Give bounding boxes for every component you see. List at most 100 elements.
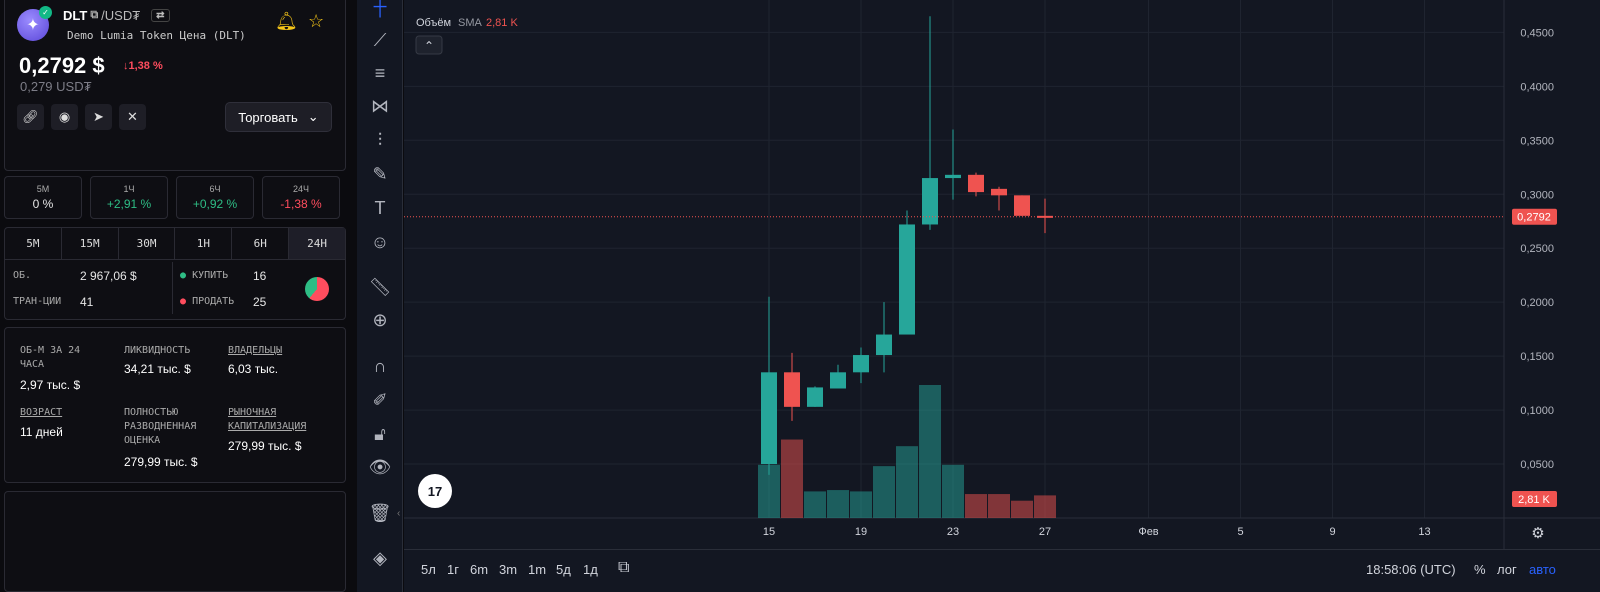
gear-icon[interactable]: ⚙ bbox=[1531, 524, 1544, 542]
log-toggle[interactable]: лог bbox=[1497, 562, 1517, 577]
tab-6h[interactable]: 6Н bbox=[232, 228, 290, 259]
range-3m[interactable]: 3m bbox=[499, 562, 517, 577]
vol24-value: 2,97 тыс. $ bbox=[20, 378, 81, 392]
tab-15m[interactable]: 15М bbox=[62, 228, 119, 259]
x-tick-label: 27 bbox=[1039, 526, 1051, 538]
drawing-toolbar: ┼ ⟋ ≡ ⋈ ⫶ ✎ T ☺ 📏︎ ⊕ ∩ ✐ 🔓︎ 👁︎ 🗑︎ ◈ ‹ bbox=[357, 0, 403, 592]
chart-svg[interactable]: 0,0500 0,1000 0,1500 0,2000 0,2500 0,3000 0,35… bbox=[404, 0, 1600, 549]
sell-label: ● ПРОДАТЬ bbox=[180, 296, 234, 307]
emoji-icon[interactable]: ☺ bbox=[368, 230, 392, 254]
tab-24h[interactable]: 24Н bbox=[289, 228, 345, 259]
stat-24h[interactable]: 24Ч -1,38 % bbox=[262, 176, 340, 219]
mcap-link[interactable]: РЫНОЧНАЯ КАПИТАЛИЗАЦИЯ bbox=[228, 406, 328, 434]
mcap-value: 279,99 тыс. $ bbox=[228, 439, 302, 453]
crosshair-icon[interactable]: ┼ bbox=[368, 0, 392, 18]
buy-value: 16 bbox=[253, 269, 267, 283]
x-icon[interactable]: ✕ bbox=[119, 104, 146, 130]
y-tick-label: 0,1500 bbox=[1520, 351, 1554, 363]
eye-icon[interactable]: 👁︎ bbox=[368, 455, 392, 479]
fdv-value: 279,99 тыс. $ bbox=[124, 455, 198, 469]
volume-bar bbox=[804, 491, 826, 518]
date-range-icon[interactable]: ⧉ bbox=[618, 559, 629, 577]
sma-legend-value: 2,81 K bbox=[486, 17, 518, 29]
y-tick-label: 0,0500 bbox=[1520, 459, 1554, 471]
clock-time[interactable]: 18:58:06 (UTC) bbox=[1366, 562, 1456, 577]
token-price: 0,2792 $ bbox=[19, 53, 105, 78]
volume-bar bbox=[827, 490, 849, 518]
range-6m[interactable]: 6m bbox=[470, 562, 488, 577]
chart-bottom-bar: 5л 1г 6m 3m 1m 5д 1д ⧉ 18:58:06 (UTC) % … bbox=[404, 549, 1600, 592]
brush-icon[interactable]: ✎ bbox=[368, 162, 392, 186]
link-icon[interactable]: 🔗︎ bbox=[17, 104, 44, 130]
stat-5m[interactable]: 5М 0 % bbox=[4, 176, 82, 219]
tab-5m[interactable]: 5М bbox=[5, 228, 62, 259]
range-1y[interactable]: 1г bbox=[447, 562, 459, 577]
zoom-in-icon[interactable]: ⊕ bbox=[368, 308, 392, 332]
liquidity-label: ЛИКВИДНОСТЬ bbox=[124, 345, 191, 356]
candle-body bbox=[876, 334, 892, 356]
stat-1h[interactable]: 1Ч +2,91 % bbox=[90, 176, 168, 219]
range-1m[interactable]: 1m bbox=[528, 562, 546, 577]
copy-icon[interactable]: ⧉ bbox=[90, 9, 98, 22]
ruler-icon[interactable]: 📏︎ bbox=[368, 275, 392, 299]
buy-dot-icon: ● bbox=[180, 270, 187, 281]
trend-line-icon[interactable]: ⟋ bbox=[368, 28, 392, 52]
verified-icon: ✓ bbox=[39, 6, 52, 19]
volume-bar bbox=[1011, 500, 1033, 518]
volume-bar bbox=[781, 439, 803, 518]
fib-icon[interactable]: ≡ bbox=[368, 61, 392, 85]
y-tick-label: 0,1000 bbox=[1520, 405, 1554, 417]
sell-dot-icon: ● bbox=[180, 296, 187, 307]
telegram-icon[interactable]: ➤ bbox=[85, 104, 112, 130]
x-tick-label: 19 bbox=[855, 526, 867, 538]
sell-value: 25 bbox=[253, 295, 267, 309]
holders-link[interactable]: ВЛАДЕЛЬЦЫ bbox=[228, 344, 282, 358]
tab-30m[interactable]: 30М bbox=[119, 228, 176, 259]
lock-drawing-icon[interactable]: ✐ bbox=[368, 388, 392, 412]
divider bbox=[172, 262, 173, 314]
layers-icon[interactable]: ◈ bbox=[368, 546, 392, 570]
range-1d[interactable]: 1д bbox=[583, 562, 598, 577]
forecast-icon[interactable]: ⫶ bbox=[368, 128, 392, 152]
candle-body bbox=[830, 372, 846, 389]
volume-bar bbox=[850, 491, 872, 518]
age-link[interactable]: ВОЗРАСТ bbox=[20, 406, 62, 420]
volume-bar bbox=[873, 466, 895, 518]
volume-bar bbox=[942, 464, 964, 518]
stat-value: +2,91 % bbox=[106, 197, 152, 211]
token-avatar: ✦ ✓ bbox=[17, 6, 52, 41]
pattern-icon[interactable]: ⋈ bbox=[368, 94, 392, 118]
lock-icon[interactable]: 🔓︎ bbox=[368, 422, 392, 446]
candle-body bbox=[853, 355, 869, 373]
price-chart[interactable]: 0,0500 0,1000 0,1500 0,2000 0,2500 0,3000 0,35… bbox=[404, 0, 1600, 592]
x-tick-label: 13 bbox=[1418, 526, 1430, 538]
star-icon[interactable]: ☆ bbox=[308, 11, 324, 32]
bell-icon[interactable]: 🔔︎ bbox=[275, 11, 298, 32]
tradingview-logo-mark: 17 bbox=[428, 484, 442, 499]
stat-value: +0,92 % bbox=[192, 197, 238, 211]
percent-toggle[interactable]: % bbox=[1474, 562, 1486, 577]
buy-sell-pie bbox=[305, 277, 329, 301]
y-tick-label: 0,3500 bbox=[1520, 135, 1554, 147]
swap-icon[interactable]: ⇄ bbox=[151, 9, 170, 22]
range-5y[interactable]: 5л bbox=[421, 562, 436, 577]
text-icon[interactable]: T bbox=[368, 196, 392, 220]
empty-card bbox=[4, 491, 346, 592]
discord-icon[interactable]: ◉ bbox=[51, 104, 78, 130]
volume-value: 2 967,06 $ bbox=[80, 269, 137, 283]
y-tick-label: 0,2000 bbox=[1520, 297, 1554, 309]
range-5d[interactable]: 5д bbox=[556, 562, 571, 577]
sell-label-text: ПРОДАТЬ bbox=[192, 296, 235, 307]
candle-body bbox=[761, 372, 777, 465]
trash-icon[interactable]: 🗑︎ bbox=[368, 501, 392, 525]
vol24-label: ОБ-М ЗА 24 ЧАСА bbox=[20, 345, 81, 370]
auto-toggle[interactable]: авто bbox=[1529, 562, 1556, 577]
price-native: 0,279 USD₮ bbox=[20, 79, 92, 94]
token-symbol-row: DLT ⧉ /USD₮ ⇄ bbox=[63, 8, 170, 23]
tab-1h[interactable]: 1Н bbox=[175, 228, 233, 259]
txns-label: ТРАН-ЦИИ bbox=[13, 296, 62, 307]
stat-6h[interactable]: 6Ч +0,92 % bbox=[176, 176, 254, 219]
magnet-icon[interactable]: ∩ bbox=[368, 354, 392, 378]
trade-button[interactable]: Торговать ⌄ bbox=[225, 102, 332, 132]
token-pair: /USD₮ bbox=[101, 8, 141, 23]
